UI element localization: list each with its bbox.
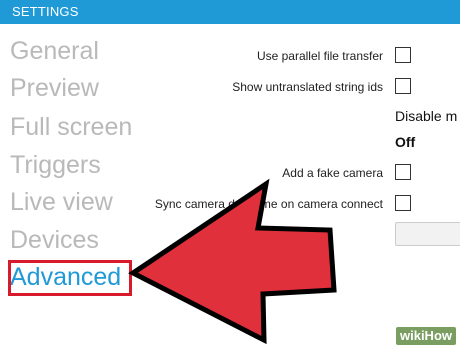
wikihow-watermark: wikiHow (395, 327, 456, 345)
pointer-arrow-icon (128, 178, 337, 345)
